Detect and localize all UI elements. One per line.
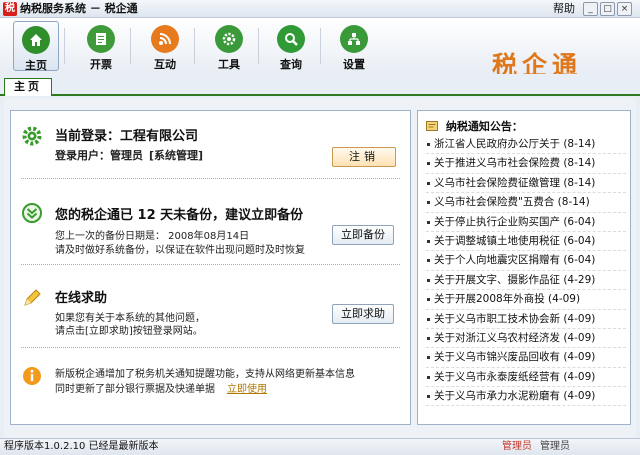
toolbar-home-button[interactable]: 主页 [13,21,59,72]
list-item[interactable]: 关于停止执行企业购买国产 (6-04) [426,213,626,232]
list-item[interactable]: 关于义乌市承力水泥粉磨有 (4-09) [426,387,626,407]
list-item[interactable]: 关于义乌市锦兴废品回收有 (4-09) [426,348,626,368]
toolbar-invoice-label: 开票 [90,58,112,71]
online-help-title: 在线求助 [55,291,108,306]
toolbar-tools-label: 工具 [218,58,240,71]
toolbar-settings-button[interactable]: 设置 [331,21,377,71]
app-logo-icon: 税 [3,2,17,16]
toolbar-query-label: 查询 [280,58,302,71]
list-item[interactable]: 关于对浙江义乌农村经济发 (4-09) [426,329,626,349]
gear-icon [21,125,43,147]
tab-home[interactable]: 主页 [4,78,52,96]
gear-icon [215,25,243,53]
double-chevron-down-icon [21,202,43,224]
toolbar-separator [130,28,131,64]
dashboard-panel: 当前登录：工程有限公司 登录用户：管理员 [系统管理] 注销 您的税企通已 12… [10,110,411,425]
list-item[interactable]: 关于调整城镇土地使用税征 (6-04) [426,232,626,252]
tab-strip: 主页 [0,74,640,96]
notice-header-label: 纳税通知公告： [445,120,523,133]
window-title: 纳税服务系统 － 税企通 [20,2,138,15]
help-line-2: 请点击[立即求助]按钮登录网站。 [55,326,203,337]
notice-header: 纳税通知公告： [426,118,523,134]
toolbar-tools-button[interactable]: 工具 [206,21,252,71]
search-icon [277,25,305,53]
rss-icon [151,25,179,53]
help-menu[interactable]: 帮助 [553,2,575,16]
status-user-role-secondary: 管理员 [540,441,570,452]
invoice-icon [87,25,115,53]
status-user-role: 管理员 [502,441,532,452]
status-bar: 程序版本1.0.2.10 已经是最新版本 管理员 管理员 [0,438,640,455]
backup-title: 您的税企通已 12 天未备份，建议立即备份 [55,208,304,223]
backup-last-date: 您上一次的备份日期是： 2008年08月14日 [55,231,250,242]
logout-button[interactable]: 注销 [332,147,396,167]
list-item[interactable]: 关于义乌市永泰废纸经营有 (4-09) [426,368,626,388]
toolbar-settings-label: 设置 [343,58,365,71]
maximize-button[interactable]: □ [600,2,615,16]
list-item[interactable]: 关于推进义乌市社会保险费 (8-14) [426,154,626,174]
backup-tip: 请及时做好系统备份，以保证在软件出现问题时及时恢复 [55,245,305,256]
close-button[interactable]: × [617,2,632,16]
login-user: 登录用户：管理员 [55,149,143,162]
home-content: 当前登录：工程有限公司 登录用户：管理员 [系统管理] 注销 您的税企通已 12… [4,98,636,438]
toolbar-interact-button[interactable]: 互动 [142,21,188,71]
version-status: 程序版本1.0.2.10 已经是最新版本 [4,441,159,452]
list-item[interactable]: 浙江省人民政府办公厅关于 (8-14) [426,135,626,155]
toolbar-interact-label: 互动 [154,58,176,71]
notice-list: 浙江省人民政府办公厅关于 (8-14) 关于推进义乌市社会保险费 (8-14) … [426,135,626,407]
title-bar: 税 纳税服务系统 － 税企通 帮助 _ □ × [0,0,640,18]
toolbar-separator [194,28,195,64]
news-line-2: 同时更新了部分银行票据及快递单据 [55,384,215,395]
list-item[interactable]: 关于开展2008年外商投 (4-09) [426,290,626,310]
main-toolbar: 主页 开票 互动 工具 查询 设置 税企通 [0,18,640,80]
list-item[interactable]: 关于义乌市职工技术协会新 (4-09) [426,310,626,329]
home-icon [22,26,50,54]
network-icon [340,25,368,53]
notice-board-icon [426,120,438,132]
section-divider [21,347,400,348]
backup-now-button[interactable]: 立即备份 [332,225,394,245]
toolbar-separator [258,28,259,64]
help-now-button[interactable]: 立即求助 [332,304,394,324]
list-item[interactable]: 关于开展文字、摄影作品征 (4-29) [426,271,626,291]
list-item[interactable]: 义乌市社会保险费"五费合 (8-14) [426,193,626,213]
toolbar-invoice-button[interactable]: 开票 [78,21,124,71]
info-icon [21,365,43,387]
minimize-button[interactable]: _ [583,2,598,16]
section-divider [21,178,400,179]
toolbar-separator [320,28,321,64]
current-login-title: 当前登录：工程有限公司 [55,129,199,144]
toolbar-query-button[interactable]: 查询 [268,21,314,71]
login-role: [系统管理] [149,149,204,162]
list-item[interactable]: 义乌市社会保险费征缴管理 (8-14) [426,174,626,194]
tax-notice-panel: 纳税通知公告： 浙江省人民政府办公厅关于 (8-14) 关于推进义乌市社会保险费… [417,110,631,425]
section-divider [21,264,400,265]
toolbar-separator [64,28,65,64]
pencil-icon [21,287,43,309]
news-line-1: 新版税企通增加了税务机关通知提醒功能，支持从网络更新基本信息 [55,369,355,380]
list-item[interactable]: 关于个人向地震灾区捐赠有 (6-04) [426,251,626,271]
toolbar-home-label: 主页 [25,59,47,72]
use-now-link[interactable]: 立即使用 [227,380,267,395]
